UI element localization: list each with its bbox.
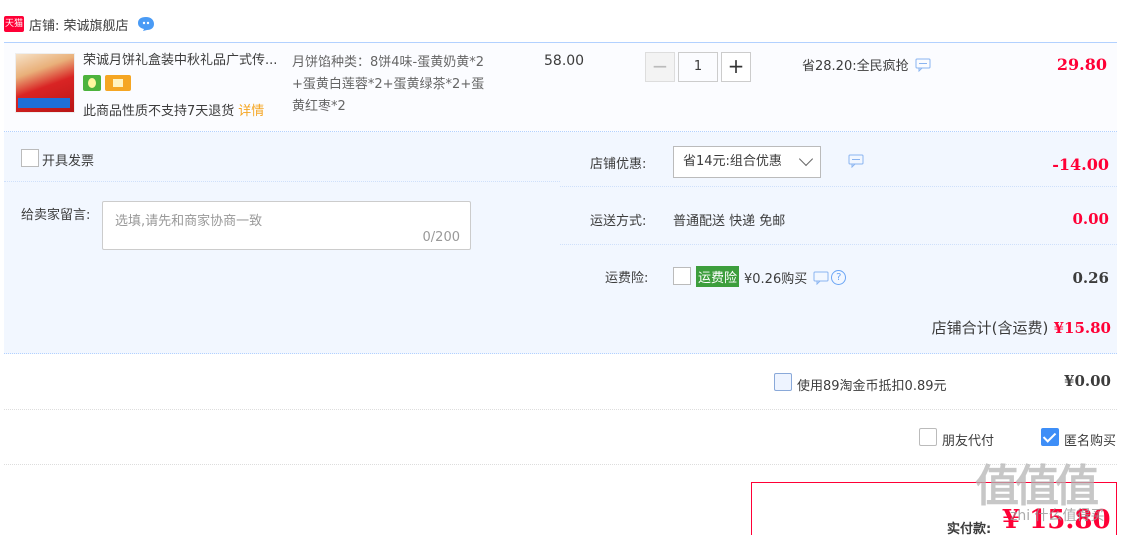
message-char-count: 0/200 — [422, 230, 460, 245]
wangwang-chat-icon[interactable] — [137, 16, 155, 32]
store-total: 店铺合计(含运费) ¥15.80 — [932, 317, 1111, 338]
friend-pay-label: 朋友代付 — [942, 434, 995, 449]
store-name-link[interactable]: 店铺: 荣诚旗舰店 — [29, 15, 129, 34]
product-thumbnail[interactable] — [15, 53, 75, 113]
store-discount-row: 店铺优惠: 省14元:组合优惠 -14.00 — [560, 132, 1117, 187]
store-discount-selected: 省14元:组合优惠 — [683, 154, 782, 169]
sku-line: +蛋黄白莲蓉*2+蛋黄绿茶*2+蛋 — [292, 77, 485, 92]
shipping-row: 运送方式: 普通配送 快递 免邮 0.00 — [560, 190, 1117, 245]
comment-icon[interactable] — [813, 271, 829, 285]
insurance-price-text: ¥0.26购买 — [744, 272, 808, 287]
quantity-stepper: − 1 + — [645, 51, 751, 83]
no-return-text: 此商品性质不支持7天退货 — [83, 104, 235, 119]
insurance-label: 运费险: — [605, 271, 649, 286]
item-subtotal: 29.80 — [1056, 55, 1107, 74]
shipping-insurance-price: ¥0.26购买 ? — [744, 268, 847, 287]
chevron-down-icon — [798, 151, 814, 167]
sku-line: 月饼馅种类：8饼4味-蛋黄奶黄*2 — [292, 55, 485, 70]
coins-value: ¥0.00 — [1064, 372, 1111, 390]
coins-label: 使用89淘金币抵扣0.89元 — [797, 379, 947, 394]
service-badge-icon — [83, 75, 101, 91]
coins-checkbox[interactable] — [774, 373, 792, 391]
promotion-text: 省28.20:全民疯抢 — [802, 59, 909, 74]
invoice-label: 开具发票 — [42, 154, 95, 169]
tmall-logo-icon: 天猫 — [4, 16, 24, 32]
product-title-link[interactable]: 荣诚月饼礼盒装中秋礼品广式传... — [83, 52, 288, 70]
order-item-row: 荣诚月饼礼盒装中秋礼品广式传... 此商品性质不支持7天退货 详情 月饼馅种类：8… — [4, 42, 1117, 132]
friend-pay-checkbox[interactable] — [919, 428, 937, 446]
message-label: 给卖家留言: — [21, 208, 91, 223]
shipping-label: 运送方式: — [590, 214, 647, 229]
no-return-notice: 此商品性质不支持7天退货 详情 — [83, 100, 264, 119]
store-discount-select[interactable]: 省14元:组合优惠 — [673, 146, 821, 178]
divider — [4, 181, 560, 182]
shipping-method: 普通配送 快递 免邮 — [673, 214, 786, 229]
pay-label: 实付款: — [947, 522, 992, 535]
shipping-insurance-tag: 运费险 — [696, 266, 740, 287]
comment-icon[interactable] — [915, 58, 931, 72]
message-placeholder: 选填,请先和商家协商一致 — [115, 214, 263, 229]
details-link[interactable]: 详情 — [238, 104, 264, 119]
store-total-label: 店铺合计(含运费) — [931, 319, 1049, 337]
store-discount-label: 店铺优惠: — [590, 157, 647, 172]
anonymous-label: 匿名购买 — [1064, 434, 1117, 449]
sku-line: 黄红枣*2 — [292, 99, 346, 114]
anonymous-checkbox[interactable] — [1041, 428, 1059, 446]
insurance-value: 0.26 — [1072, 269, 1109, 287]
taobao-coins-row: 使用89淘金币抵扣0.89元 ¥0.00 — [4, 355, 1117, 410]
sku-info: 月饼馅种类：8饼4味-蛋黄奶黄*2 +蛋黄白莲蓉*2+蛋黄绿茶*2+蛋 黄红枣*… — [292, 52, 512, 118]
unit-price: 58.00 — [544, 53, 585, 69]
card-badge-icon — [105, 75, 131, 91]
item-promotion: 省28.20:全民疯抢 — [802, 55, 931, 74]
store-discount-value: -14.00 — [1052, 155, 1109, 174]
quantity-input[interactable]: 1 — [678, 52, 718, 82]
store-header: 天猫 店铺: 荣诚旗舰店 — [4, 12, 155, 36]
help-icon[interactable]: ? — [831, 270, 847, 285]
shipping-insurance-checkbox[interactable] — [673, 267, 691, 285]
payment-options-row: 朋友代付 匿名购买 — [4, 410, 1117, 465]
shipping-value: 0.00 — [1072, 210, 1109, 228]
quantity-decrease-button[interactable]: − — [645, 52, 675, 82]
quantity-increase-button[interactable]: + — [721, 52, 751, 82]
thumbnail-promo-band — [18, 98, 70, 108]
invoice-checkbox[interactable] — [21, 149, 39, 167]
store-total-value: ¥15.80 — [1053, 319, 1111, 337]
watermark-url: zhi 什么值得买 — [1010, 508, 1105, 524]
comment-icon[interactable] — [848, 154, 864, 168]
seller-message-textarea[interactable]: 选填,请先和商家协商一致 0/200 — [102, 201, 471, 250]
